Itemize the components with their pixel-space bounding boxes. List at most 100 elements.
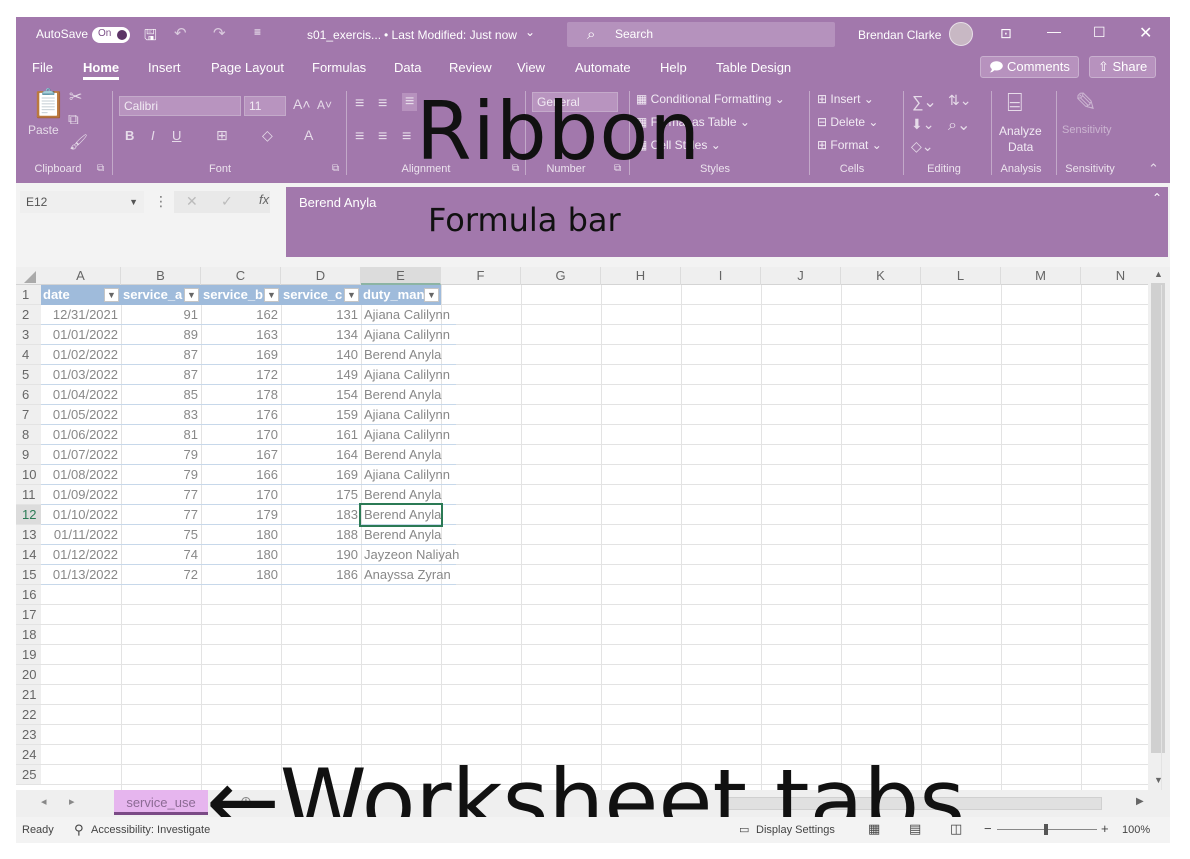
table-cell[interactable]: 172 — [201, 365, 281, 385]
table-cell[interactable]: Ajiana Calilynn — [361, 325, 481, 345]
table-cell[interactable]: 162 — [201, 305, 281, 325]
format-painter-icon[interactable]: 🖌 — [69, 133, 88, 151]
table-cell[interactable]: 77 — [121, 485, 201, 505]
table-header-cell[interactable]: service_a ▼ — [121, 285, 201, 305]
table-cell[interactable]: Berend Anyla — [361, 485, 481, 505]
table-cell[interactable]: 01/02/2022 — [41, 345, 121, 365]
row-header[interactable]: 1 — [16, 285, 41, 305]
clear-icon[interactable]: ◇⌄ — [911, 138, 934, 155]
more-options-icon[interactable]: ⋮ — [154, 193, 168, 210]
paste-icon[interactable]: 📋 — [31, 87, 66, 120]
table-cell[interactable]: 188 — [281, 525, 361, 545]
tab-automate[interactable]: Automate — [575, 60, 631, 75]
close-icon[interactable]: ✕ — [1139, 23, 1152, 43]
row-header[interactable]: 10 — [16, 465, 41, 485]
row-header[interactable]: 22 — [16, 705, 41, 725]
tab-review[interactable]: Review — [449, 60, 492, 75]
scroll-thumb[interactable] — [1151, 283, 1165, 753]
row-header[interactable]: 16 — [16, 585, 41, 605]
zoom-out-icon[interactable]: − — [984, 821, 992, 836]
display-settings-icon[interactable]: ▭ — [739, 823, 749, 836]
expand-formula-icon[interactable]: ⌃ — [1152, 191, 1162, 205]
row-header[interactable]: 2 — [16, 305, 41, 325]
table-cell[interactable]: 190 — [281, 545, 361, 565]
table-cell[interactable]: 01/03/2022 — [41, 365, 121, 385]
table-cell[interactable]: 167 — [201, 445, 281, 465]
table-cell[interactable]: Berend Anyla — [361, 445, 481, 465]
worksheet-grid[interactable]: ABCDEFGHIJKLMN ▲ ▼ 1 2 3 4 5 6 7 8 9 10 11 12 13 14 15… — [16, 267, 1170, 790]
table-cell[interactable]: 179 — [201, 505, 281, 525]
cancel-icon[interactable]: ✕ — [186, 193, 198, 210]
column-header-m[interactable]: M — [1001, 267, 1081, 285]
column-header-g[interactable]: G — [521, 267, 601, 285]
comments-button[interactable]: 🗩 Comments — [980, 56, 1079, 78]
column-header-f[interactable]: F — [441, 267, 521, 285]
page-layout-view-icon[interactable]: ▤ — [909, 821, 921, 837]
table-cell[interactable]: Berend Anyla — [361, 345, 481, 365]
table-cell[interactable]: Ajiana Calilynn — [361, 365, 481, 385]
zoom-level[interactable]: 100% — [1122, 824, 1150, 836]
table-cell[interactable]: Berend Anyla — [361, 385, 481, 405]
font-color-icon[interactable]: A — [304, 127, 313, 143]
font-size-select[interactable]: 11 — [244, 96, 286, 116]
delete-cells-button[interactable]: ⊟ Delete ⌄ — [817, 115, 878, 129]
font-name-select[interactable]: Calibri — [119, 96, 241, 116]
table-cell[interactable]: 01/05/2022 — [41, 405, 121, 425]
column-header-i[interactable]: I — [681, 267, 761, 285]
analyze-data-icon[interactable]: ⌸ — [1007, 87, 1023, 119]
minimize-icon[interactable]: — — [1047, 23, 1061, 39]
table-cell[interactable]: Ajiana Calilynn — [361, 465, 481, 485]
column-header-e[interactable]: E — [361, 267, 441, 285]
tab-insert[interactable]: Insert — [148, 60, 181, 75]
table-cell[interactable]: 154 — [281, 385, 361, 405]
tab-file[interactable]: File — [32, 60, 53, 75]
row-header[interactable]: 11 — [16, 485, 41, 505]
tab-help[interactable]: Help — [660, 60, 687, 75]
row-header[interactable]: 5 — [16, 365, 41, 385]
column-header-c[interactable]: C — [201, 267, 281, 285]
sensitivity-icon[interactable]: ✎ — [1075, 87, 1097, 118]
accessibility-status[interactable]: Accessibility: Investigate — [91, 824, 210, 836]
table-cell[interactable]: 75 — [121, 525, 201, 545]
maximize-icon[interactable]: ☐ — [1093, 24, 1106, 41]
table-cell[interactable]: 01/01/2022 — [41, 325, 121, 345]
analyze-data-label[interactable]: Analyze — [999, 124, 1042, 138]
table-cell[interactable]: 01/12/2022 — [41, 545, 121, 565]
chevron-down-icon[interactable]: ⌄ — [525, 25, 535, 39]
table-cell[interactable]: 87 — [121, 365, 201, 385]
table-cell[interactable]: 176 — [201, 405, 281, 425]
table-cell[interactable]: 163 — [201, 325, 281, 345]
align-right-icon[interactable]: ≡ — [402, 128, 411, 146]
table-cell[interactable]: 01/09/2022 — [41, 485, 121, 505]
table-cell[interactable]: 178 — [201, 385, 281, 405]
column-header-h[interactable]: H — [601, 267, 681, 285]
last-modified[interactable]: • Last Modified: Just now — [384, 28, 517, 42]
normal-view-icon[interactable]: ▦ — [868, 821, 880, 837]
table-cell[interactable]: 170 — [201, 485, 281, 505]
zoom-slider-thumb[interactable] — [1044, 824, 1048, 835]
name-box[interactable]: E12 ▼ — [20, 191, 144, 213]
table-cell[interactable]: 79 — [121, 445, 201, 465]
row-header[interactable]: 20 — [16, 665, 41, 685]
zoom-in-icon[interactable]: + — [1101, 821, 1109, 836]
table-cell[interactable]: 89 — [121, 325, 201, 345]
table-cell[interactable]: Berend Anyla — [359, 503, 443, 527]
row-header[interactable]: 19 — [16, 645, 41, 665]
table-cell[interactable]: 01/10/2022 — [41, 505, 121, 525]
filter-dropdown-icon[interactable]: ▼ — [184, 288, 199, 302]
sheet-tab-service-use[interactable]: service_use — [114, 790, 208, 815]
find-select-icon[interactable]: ⌕⌄ — [948, 115, 970, 135]
formula-input[interactable]: Berend Anyla ⌃ — [286, 187, 1168, 257]
row-header[interactable]: 3 — [16, 325, 41, 345]
table-cell[interactable]: 169 — [281, 465, 361, 485]
collapse-ribbon-icon[interactable]: ⌃ — [1148, 161, 1159, 177]
table-cell[interactable]: 85 — [121, 385, 201, 405]
row-header[interactable]: 15 — [16, 565, 41, 585]
table-cell[interactable]: 91 — [121, 305, 201, 325]
scroll-up-icon[interactable]: ▲ — [1154, 269, 1163, 279]
table-cell[interactable]: 164 — [281, 445, 361, 465]
table-cell[interactable]: 79 — [121, 465, 201, 485]
table-cell[interactable]: Anayssa Zyran — [361, 565, 481, 585]
italic-icon[interactable]: I — [151, 128, 155, 143]
table-cell[interactable]: 77 — [121, 505, 201, 525]
